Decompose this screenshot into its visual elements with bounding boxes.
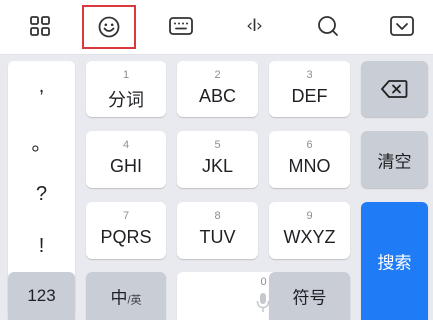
key-label: WXYZ [283,227,336,247]
punct-period[interactable]: 。 [8,127,75,156]
key-9[interactable]: 9 WXYZ [269,202,350,259]
key-6[interactable]: 6 MNO [269,131,350,188]
clear-key-label: 清空 [377,152,412,171]
backspace-key[interactable] [361,61,428,117]
key-2[interactable]: 2 ABC [177,61,258,117]
key-number: 1 [122,69,130,81]
key-number: 8 [214,210,221,222]
key-number: 3 [306,69,313,81]
key-number: 2 [214,69,221,81]
keyboard-body: , 。 ? ! 1 分词 2 ABC 3 DEF 4 GHI 5 JKL 6 M… [0,55,433,320]
key-label: MNO [288,156,331,176]
microphone-icon [256,293,270,312]
backspace-icon [381,80,408,98]
grid-icon [30,16,50,36]
lang-main: 中 [110,288,128,308]
number-switch-key[interactable]: 123 [8,272,75,320]
toolbar-keyboard-button[interactable] [153,3,209,49]
number-switch-label: 123 [27,286,56,305]
punct-exclamation[interactable]: ! [8,235,75,258]
key-number: 7 [122,210,130,222]
toolbar-emoji-button[interactable] [82,5,136,49]
collapse-keyboard-icon [390,16,414,36]
search-key-label: 搜索 [377,253,412,273]
key-4[interactable]: 4 GHI [86,131,166,188]
language-switch-key[interactable]: 中/英 [86,272,166,320]
search-icon [318,16,338,36]
key-label: ABC [198,86,236,106]
key-3[interactable]: 3 DEF [269,61,350,117]
key-number: 9 [306,210,313,222]
clear-key[interactable]: 清空 [361,131,428,188]
key-number: 4 [122,139,130,151]
toolbar-grid-button[interactable] [12,3,68,49]
cursor-move-icon: ‹I› [246,16,263,36]
symbols-key[interactable]: 符号 [269,272,350,320]
punct-question[interactable]: ? [8,183,75,206]
keyboard-icon [169,17,193,35]
key-label: PQRS [100,227,152,247]
toolbar-cursor-button[interactable]: ‹I› [226,3,282,49]
key-number: 5 [214,139,221,151]
toolbar-collapse-button[interactable] [374,3,430,49]
key-label: 分词 [108,90,144,110]
key-7[interactable]: 7 PQRS [86,202,166,259]
symbols-key-label: 符号 [292,288,327,308]
punct-comma[interactable]: , [8,75,75,98]
key-number: 6 [306,139,313,151]
key-5[interactable]: 5 JKL [177,131,258,188]
key-label: DEF [291,86,328,106]
lang-sub: /英 [127,294,142,307]
key-label: JKL [201,156,234,176]
key-label: TUV [199,227,236,247]
key-label: GHI [109,156,142,176]
toolbar-search-button[interactable] [300,3,356,49]
key-1[interactable]: 1 分词 [86,61,166,117]
key-8[interactable]: 8 TUV [177,202,258,259]
language-switch-label: 中/英 [86,284,166,309]
search-key[interactable]: 搜索 [361,202,428,320]
emoji-icon [98,16,120,38]
keyboard-toolbar: ‹I› [0,0,433,55]
